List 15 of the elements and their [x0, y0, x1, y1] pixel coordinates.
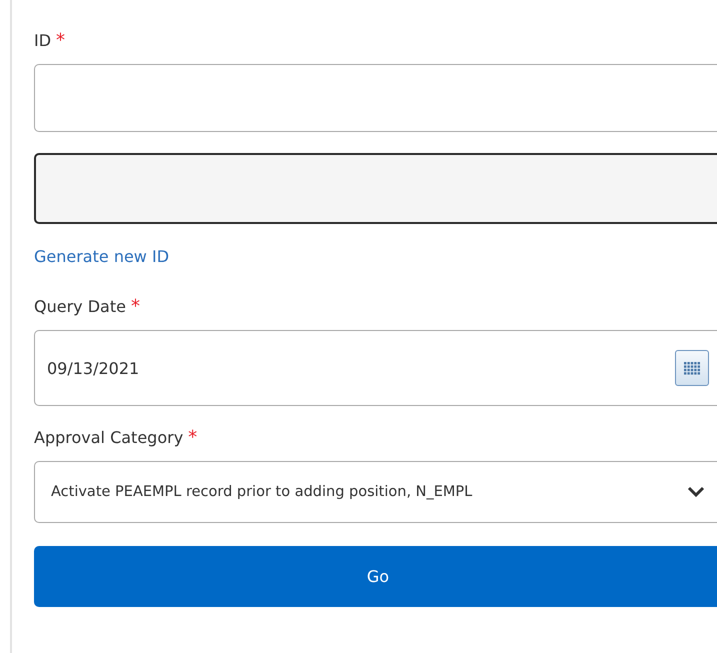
dropdown-value: Activate PEAEMPL record prior to adding position, N_EMPL [51, 484, 472, 500]
chevron-down-icon [687, 486, 705, 498]
go-button[interactable]: Go [34, 546, 717, 607]
field-label: Approval Category [34, 428, 184, 447]
input-field[interactable] [34, 64, 717, 132]
required-mark: * [56, 30, 66, 51]
date-value: 09/13/2021 [47, 358, 140, 378]
field-label: Query Date [34, 297, 126, 316]
date-field[interactable]: 09/13/2021 [34, 330, 717, 406]
required-mark: * [130, 296, 140, 317]
calendar-icon[interactable] [675, 350, 709, 386]
required-mark: * [188, 427, 198, 448]
category-dropdown[interactable]: Activate PEAEMPL record prior to adding position, N_EMPL [34, 461, 717, 523]
field-label: ID [34, 31, 52, 50]
generate-id-link[interactable]: Generate new ID [34, 247, 170, 266]
